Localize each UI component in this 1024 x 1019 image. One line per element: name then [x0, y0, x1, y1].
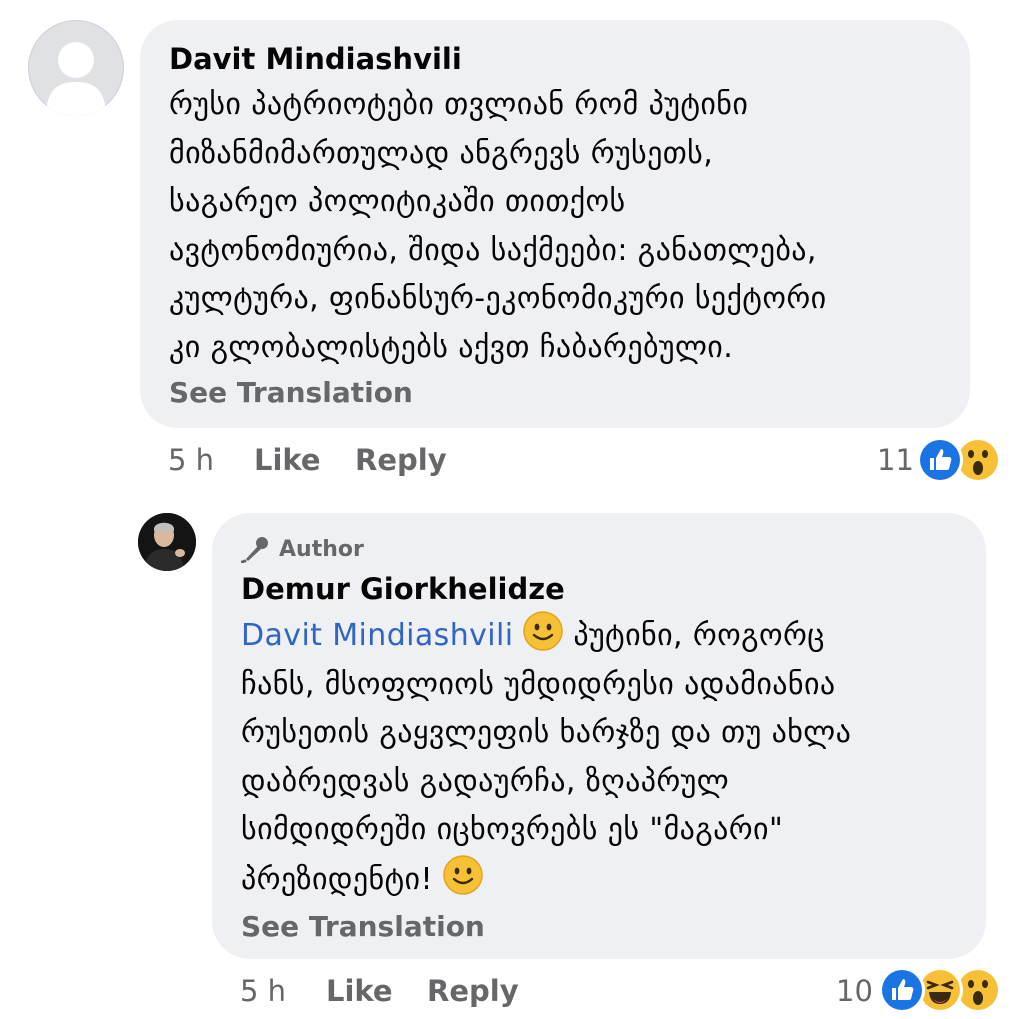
comment-text-line: რუსეთის გაყვლეფის ხარჯზე და თუ ახლა — [241, 715, 852, 750]
comment-text-line: რუსი პატრიოტები თვლიან რომ პუტინი — [169, 87, 749, 122]
haha-icon[interactable] — [920, 970, 960, 1010]
comment-text-line: დაბრედვას გადაურჩა, ზღაპრულ — [241, 763, 730, 799]
comment-text-line: Davit Mindiashvili პუტინი, როგორც — [241, 611, 851, 661]
comment-text-segment: პუტინი, როგორც — [573, 618, 825, 653]
comment-text-line: საგარეო პოლიტიკაში თითქოს — [169, 184, 626, 219]
see-translation-link[interactable]: See Translation — [169, 376, 413, 409]
see-translation-link[interactable]: See Translation — [241, 910, 485, 943]
comment-text-segment: პრეზიდენტი! — [241, 861, 433, 897]
comment-text: რუსი პატრიოტები თვლიან რომ პუტინი მიზანმ… — [169, 81, 827, 372]
comment-text-line: მიზანმიმართულად ანგრევს რუსეთს, — [169, 135, 714, 171]
comment-text-line: სიმდიდრეში იცხოვრებს ეს "მაგარი" — [241, 812, 784, 847]
commenter-avatar[interactable] — [28, 20, 124, 116]
profile-photo-icon — [138, 513, 196, 571]
author-badge: Author — [241, 535, 364, 563]
reply-bubble: Author Demur Giorkhelidze Davit Mindiash… — [212, 513, 986, 959]
reaction-count[interactable]: 11 — [877, 443, 914, 477]
like-button[interactable]: Like — [254, 443, 321, 477]
comment-timestamp[interactable]: 5 h — [240, 974, 286, 1008]
comment-timestamp[interactable]: 5 h — [168, 443, 214, 477]
comment-author-name[interactable]: Davit Mindiashvili — [169, 42, 462, 76]
comment-text: Davit Mindiashvili პუტინი, როგორც ჩანს, … — [241, 611, 851, 904]
comment-text-line: ავტონომიურია, შიდა საქმეები: განათლება, — [169, 232, 817, 268]
microphone-icon — [241, 537, 268, 563]
like-icon[interactable] — [920, 440, 960, 480]
reaction-count[interactable]: 10 — [836, 974, 873, 1008]
author-avatar[interactable] — [138, 513, 196, 571]
like-icon[interactable] — [882, 970, 922, 1010]
comment-bubble: Davit Mindiashvili რუსი პატრიოტები თვლია… — [140, 20, 970, 428]
comment-author-name[interactable]: Demur Giorkhelidze — [241, 572, 565, 606]
like-button[interactable]: Like — [326, 974, 393, 1008]
wow-icon[interactable] — [958, 970, 998, 1010]
smile-emoji-icon — [443, 854, 483, 895]
wow-icon[interactable] — [958, 440, 998, 480]
smile-emoji-icon — [523, 611, 564, 651]
default-user-icon — [46, 42, 106, 116]
comment-text-line: პრეზიდენტი! — [241, 854, 851, 905]
comment-text-line: კულტურა, ფინანსურ-ეკონომიკური სექტორი — [169, 281, 827, 316]
comment-text-line: ჩანს, მსოფლიოს უმდიდრესი ადამიანია — [241, 666, 836, 702]
mention-link[interactable]: Davit Mindiashvili — [241, 618, 513, 653]
comment-text-line: კი გლობალისტებს აქვთ ჩაბარებული. — [169, 329, 734, 365]
reply-button[interactable]: Reply — [427, 974, 519, 1008]
author-badge-label: Author — [279, 536, 364, 562]
reply-button[interactable]: Reply — [355, 443, 447, 477]
